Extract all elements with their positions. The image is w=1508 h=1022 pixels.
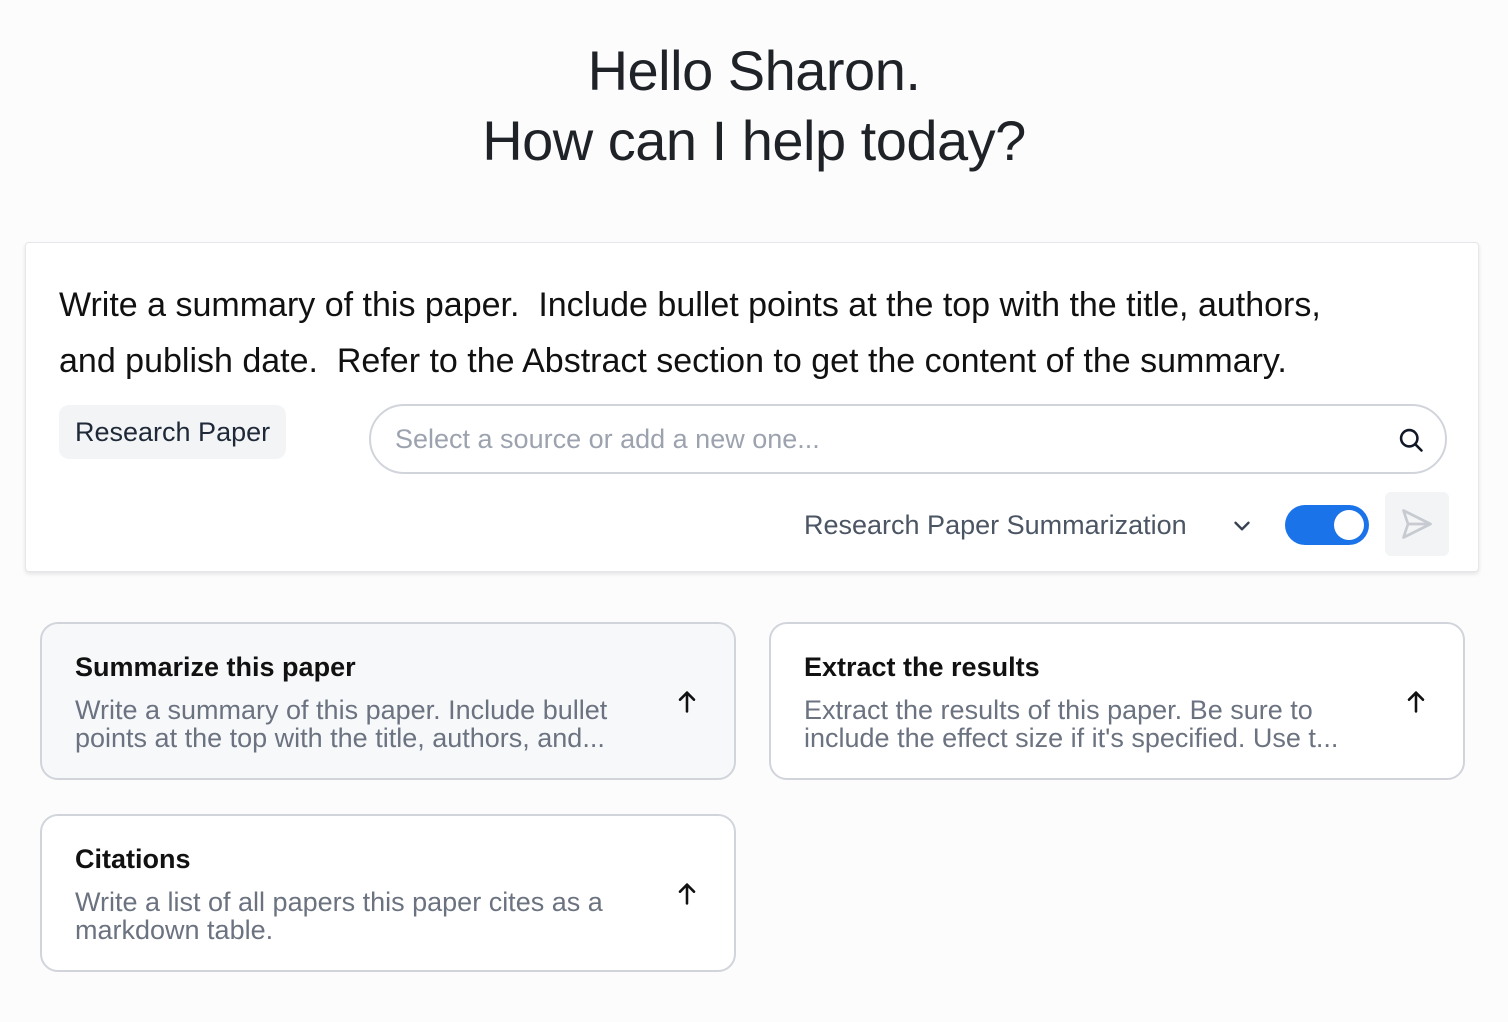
suggestion-description-line: markdown table.: [75, 915, 274, 945]
suggestion-card-summarize[interactable]: Summarize this paper Write a summary of …: [40, 622, 736, 780]
suggestion-card-citations[interactable]: Citations Write a list of all papers thi…: [40, 814, 736, 972]
suggestion-description: Extract the results of this paper. Be su…: [804, 696, 1389, 752]
search-icon[interactable]: [1397, 426, 1425, 454]
arrow-up-icon[interactable]: [673, 688, 701, 716]
suggestion-description: Write a list of all papers this paper ci…: [75, 888, 660, 944]
toggle-knob: [1334, 510, 1364, 540]
suggestion-description-line: Extract the results of this paper. Be su…: [804, 695, 1313, 725]
greeting-heading: Hello Sharon. How can I help today?: [0, 36, 1508, 176]
suggestion-title: Extract the results: [804, 652, 1040, 682]
suggestion-description-line: points at the top with the title, author…: [75, 723, 605, 753]
suggestion-description-line: include the effect size if it's specifie…: [804, 723, 1339, 753]
suggestion-title: Summarize this paper: [75, 652, 356, 682]
suggestion-card-extract-results[interactable]: Extract the results Extract the results …: [769, 622, 1465, 780]
send-icon: [1402, 509, 1432, 539]
greeting-line-1: Hello Sharon.: [587, 39, 921, 102]
source-chip-research-paper[interactable]: Research Paper: [59, 405, 287, 459]
prompt-input[interactable]: Write a summary of this paper. Include b…: [59, 277, 1449, 389]
suggestion-title: Citations: [75, 844, 191, 874]
template-select[interactable]: Research Paper Summarization: [804, 505, 1187, 545]
chevron-down-icon[interactable]: [1229, 513, 1255, 539]
suggestion-description-line: Write a summary of this paper. Include b…: [75, 695, 608, 725]
arrow-up-icon[interactable]: [673, 880, 701, 908]
source-search-box: [369, 404, 1447, 474]
source-search-input[interactable]: [395, 406, 1355, 472]
toggle-switch[interactable]: [1285, 505, 1369, 545]
suggestion-description-line: Write a list of all papers this paper ci…: [75, 887, 603, 917]
greeting-line-2: How can I help today?: [482, 109, 1026, 172]
arrow-up-icon[interactable]: [1402, 688, 1430, 716]
send-button[interactable]: [1385, 492, 1449, 556]
prompt-composer: Write a summary of this paper. Include b…: [25, 242, 1479, 572]
suggestion-description: Write a summary of this paper. Include b…: [75, 696, 660, 752]
